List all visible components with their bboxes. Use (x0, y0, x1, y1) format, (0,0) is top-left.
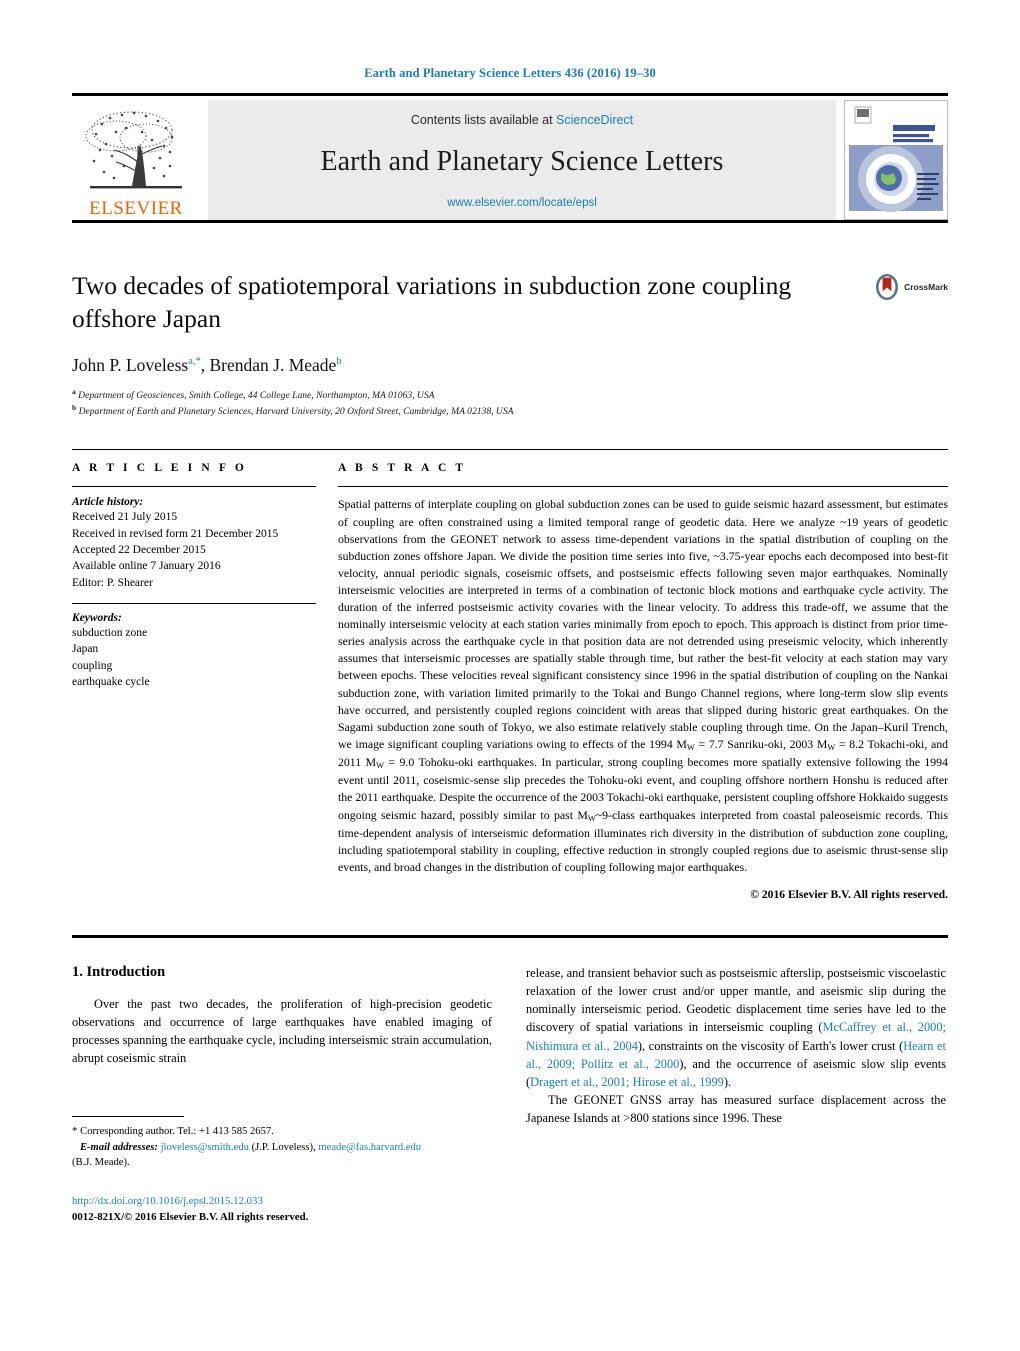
article-history-label: Article history: (72, 496, 144, 509)
running-head: Earth and Planetary Science Letters 436 … (364, 66, 656, 80)
abstract-heading: A B S T R A C T (338, 462, 467, 475)
author-1-affil-marker[interactable]: a,* (188, 356, 201, 367)
journal-band: Contents lists available at ScienceDirec… (208, 100, 836, 220)
body-column-left: 1. Introduction Over the past two decade… (72, 964, 492, 1223)
crossmark-label: CrossMark (904, 282, 948, 292)
sciencedirect-link[interactable]: ScienceDirect (556, 113, 633, 127)
intro-paragraph-right-1: release, and transient behavior such as … (526, 964, 946, 1091)
email-link-loveless[interactable]: jloveless@smith.edu (161, 1142, 249, 1153)
elsevier-logo: ELSEVIER (72, 100, 200, 220)
elsevier-wordmark: ELSEVIER (89, 198, 183, 219)
masthead-bottom-rule (72, 220, 948, 223)
journal-url-link[interactable]: www.elsevier.com/locate/epsl (447, 197, 597, 209)
contents-line: Contents lists available at ScienceDirec… (411, 113, 633, 127)
doi-link[interactable]: http://dx.doi.org/10.1016/j.epsl.2015.12… (72, 1193, 492, 1209)
cover-artwork (845, 101, 947, 219)
keywords-rule (72, 603, 316, 605)
email-link-meade[interactable]: meade@fas.harvard.edu (318, 1142, 421, 1153)
affiliation-b-text: Department of Earth and Planetary Scienc… (78, 406, 514, 418)
abstract-sub-1: W (686, 742, 695, 752)
info-abstract-top-rule (72, 449, 948, 451)
corresponding-author-text: Corresponding author. Tel.: +1 413 585 2… (80, 1126, 274, 1138)
article-info-heading: A R T I C L E I N F O (72, 462, 247, 475)
affiliation-a-marker: a (72, 387, 76, 397)
abstract-sub-3: W (376, 761, 384, 771)
footnote-block: * Corresponding author. Tel.: +1 413 585… (72, 1116, 492, 1225)
masthead-top-rule (72, 93, 948, 96)
affiliation-a: a Department of Geosciences, Smith Colle… (72, 387, 948, 403)
title-block: Two decades of spatiotemporal variations… (72, 269, 948, 419)
doi-block: http://dx.doi.org/10.1016/j.epsl.2015.12… (72, 1193, 492, 1225)
author-list: John P. Lovelessa,*, Brendan J. Meadeb (72, 355, 948, 376)
abstract-text: Spatial patterns of interplate coupling … (338, 496, 948, 876)
affiliations: a Department of Geosciences, Smith Colle… (72, 387, 948, 419)
history-received: Received 21 July 2015 (72, 511, 178, 524)
article-info-rule (72, 486, 316, 488)
info-abstract-section: A R T I C L E I N F O Article history: R… (72, 449, 948, 901)
keyword-item: earthquake cycle (72, 676, 150, 689)
abstract-copyright: © 2016 Elsevier B.V. All rights reserved… (750, 888, 948, 902)
abstract-sub-4: W (587, 813, 596, 823)
intro-paragraph-right-2: The GEONET GNSS array has measured surfa… (526, 1092, 946, 1125)
history-accepted: Accepted 22 December 2015 (72, 544, 206, 557)
keywords-block: Keywords: subduction zone Japan coupling… (72, 603, 316, 690)
page-title: Two decades of spatiotemporal variations… (72, 271, 792, 334)
history-revised: Received in revised form 21 December 201… (72, 527, 279, 540)
journal-cover-thumbnail (844, 100, 948, 220)
intro-paragraph-left: Over the past two decades, the prolifera… (72, 997, 492, 1066)
contents-prefix: Contents lists available at (410, 113, 557, 127)
article-info-column: A R T I C L E I N F O Article history: R… (72, 462, 316, 901)
email-addresses-label: E-mail addresses: (79, 1142, 158, 1154)
abstract-part-2: = 7.7 Sanriku-oki, 2003 M (694, 736, 828, 751)
email-owner-meade: (B.J. Meade). (72, 1157, 130, 1169)
issn-copyright-line: 0012-821X/© 2016 Elsevier B.V. All right… (72, 1210, 309, 1223)
journal-name: Earth and Planetary Science Letters (320, 146, 724, 177)
right-p1-seg-d: ). (723, 1074, 732, 1089)
masthead: ELSEVIER Contents lists available at Sci… (72, 93, 948, 223)
keyword-item: subduction zone (72, 627, 148, 640)
right-p1-seg-b: ), constraints on the viscosity of Earth… (637, 1038, 904, 1053)
abstract-column: A B S T R A C T Spatial patterns of inte… (338, 462, 948, 901)
citation-dragert-hirose[interactable]: Dragert et al., 2001; Hirose et al., 199… (530, 1075, 724, 1089)
elsevier-tree-icon (85, 111, 182, 189)
keywords-label: Keywords: (72, 612, 122, 625)
paper-page: Earth and Planetary Science Letters 436 … (0, 0, 1020, 1351)
history-available-online: Available online 7 January 2016 (72, 560, 221, 573)
footnote-star-marker: * (72, 1125, 78, 1138)
keyword-item: Japan (72, 643, 99, 656)
author-2: , Brendan J. Meade (200, 355, 337, 376)
email-owner-loveless: (J.P. Loveless), (248, 1142, 319, 1154)
crossmark-badge[interactable]: CrossMark (873, 273, 948, 301)
corresponding-author-note: * Corresponding author. Tel.: +1 413 585… (72, 1124, 492, 1171)
body-column-right: release, and transient behavior such as … (526, 964, 946, 1127)
body-columns: 1. Introduction Over the past two decade… (72, 964, 948, 1223)
keyword-item: coupling (72, 659, 113, 672)
body-top-rule (72, 935, 948, 939)
affiliation-b: b Department of Earth and Planetary Scie… (72, 403, 948, 419)
history-editor: Editor: P. Shearer (72, 576, 153, 589)
author-2-affil-marker[interactable]: b (336, 356, 341, 367)
section-title-introduction: 1. Introduction (72, 964, 166, 981)
author-1: John P. Loveless (72, 355, 189, 376)
footnote-rule (72, 1116, 184, 1118)
abstract-part-1: Spatial patterns of interplate coupling … (338, 497, 948, 751)
affiliation-a-text: Department of Geosciences, Smith College… (78, 390, 435, 402)
affiliation-b-marker: b (72, 403, 77, 413)
crossmark-icon (876, 274, 899, 300)
abstract-rule (338, 486, 948, 488)
